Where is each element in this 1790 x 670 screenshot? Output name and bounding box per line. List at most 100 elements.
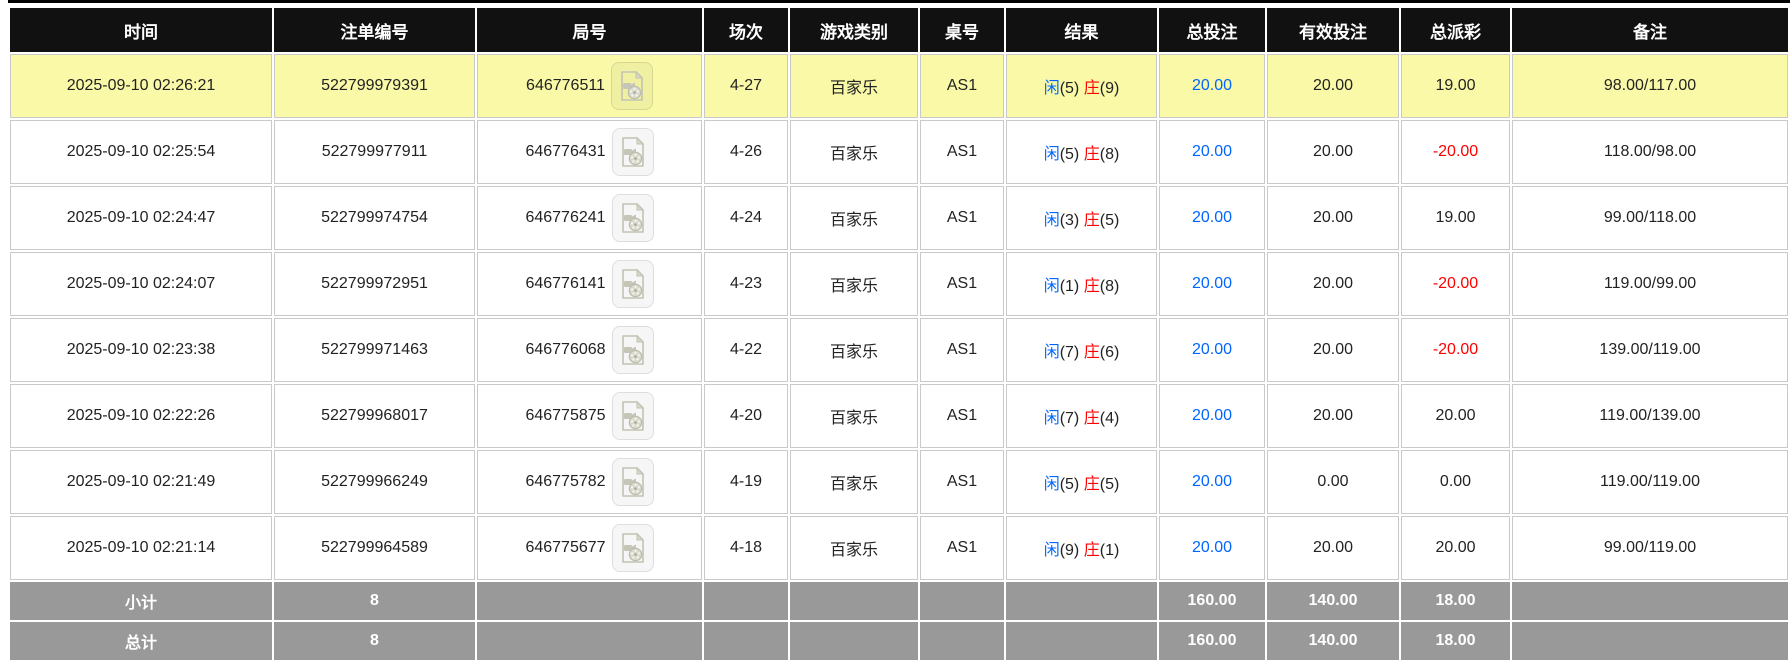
video-file-icon bbox=[620, 532, 646, 564]
cell-round-id: 646776141 bbox=[477, 252, 702, 316]
video-replay-button[interactable] bbox=[612, 260, 654, 308]
payout-value: 20.00 bbox=[1435, 539, 1475, 556]
summary-total-bet: 160.00 bbox=[1159, 582, 1265, 620]
cell-game: 百家乐 bbox=[790, 120, 918, 184]
cell-total-bet: 20.00 bbox=[1159, 186, 1265, 250]
video-file-icon bbox=[619, 70, 645, 102]
cell-round-id: 646775782 bbox=[477, 450, 702, 514]
total-bet-value: 20.00 bbox=[1192, 77, 1232, 94]
round-id-text: 646776431 bbox=[525, 143, 605, 161]
result-banker-score: (5) bbox=[1100, 476, 1120, 493]
summary-empty-game bbox=[790, 622, 918, 660]
cell-payout: 20.00 bbox=[1401, 516, 1510, 580]
cell-valid-bet: 20.00 bbox=[1267, 54, 1399, 118]
table-row: 2025-09-10 02:25:54522799977911646776431… bbox=[10, 120, 1788, 184]
total-bet-value: 20.00 bbox=[1192, 539, 1232, 556]
payout-value: -20.00 bbox=[1433, 143, 1478, 160]
video-file-icon bbox=[620, 136, 646, 168]
cell-table-no: AS1 bbox=[920, 318, 1004, 382]
total-bet-value: 20.00 bbox=[1192, 407, 1232, 424]
table-row: 2025-09-10 02:26:21522799979391646776511… bbox=[10, 54, 1788, 118]
cell-time: 2025-09-10 02:24:47 bbox=[10, 186, 272, 250]
result-player-score: (9) bbox=[1060, 542, 1080, 559]
cell-bet-id: 522799974754 bbox=[274, 186, 475, 250]
cell-session: 4-20 bbox=[704, 384, 788, 448]
cell-game: 百家乐 bbox=[790, 252, 918, 316]
summary-row: 小计8160.00140.0018.00 bbox=[10, 582, 1788, 620]
result-player-label: 闲 bbox=[1044, 344, 1060, 361]
result-banker-label: 庄 bbox=[1084, 410, 1100, 427]
cell-bet-id: 522799966249 bbox=[274, 450, 475, 514]
result-banker-score: (5) bbox=[1100, 212, 1120, 229]
result-player-score: (5) bbox=[1060, 476, 1080, 493]
cell-payout: 0.00 bbox=[1401, 450, 1510, 514]
column-header-round_id: 局号 bbox=[477, 8, 702, 52]
column-header-game: 游戏类别 bbox=[790, 8, 918, 52]
video-replay-button[interactable] bbox=[612, 326, 654, 374]
result-banker-label: 庄 bbox=[1084, 344, 1100, 361]
cell-round-id: 646776068 bbox=[477, 318, 702, 382]
cell-result: 闲(9) 庄(1) bbox=[1006, 516, 1157, 580]
result-player-label: 闲 bbox=[1044, 542, 1060, 559]
cell-remark: 99.00/119.00 bbox=[1512, 516, 1788, 580]
cell-game: 百家乐 bbox=[790, 318, 918, 382]
cell-bet-id: 522799968017 bbox=[274, 384, 475, 448]
cell-session: 4-19 bbox=[704, 450, 788, 514]
summary-empty-table bbox=[920, 622, 1004, 660]
cell-remark: 98.00/117.00 bbox=[1512, 54, 1788, 118]
cell-remark: 119.00/99.00 bbox=[1512, 252, 1788, 316]
result-banker-score: (9) bbox=[1100, 80, 1120, 97]
result-player-label: 闲 bbox=[1044, 80, 1060, 97]
cell-session: 4-26 bbox=[704, 120, 788, 184]
summary-count: 8 bbox=[274, 622, 475, 660]
summary-row: 总计8160.00140.0018.00 bbox=[10, 622, 1788, 660]
round-id-text: 646775782 bbox=[525, 473, 605, 491]
video-replay-button[interactable] bbox=[612, 524, 654, 572]
table-row: 2025-09-10 02:23:38522799971463646776068… bbox=[10, 318, 1788, 382]
round-id-with-video: 646776241 bbox=[525, 194, 653, 242]
cell-valid-bet: 20.00 bbox=[1267, 516, 1399, 580]
result-banker-score: (8) bbox=[1100, 146, 1120, 163]
cell-total-bet: 20.00 bbox=[1159, 120, 1265, 184]
cell-game: 百家乐 bbox=[790, 516, 918, 580]
cell-total-bet: 20.00 bbox=[1159, 516, 1265, 580]
column-header-bet_id: 注单编号 bbox=[274, 8, 475, 52]
summary-valid-bet: 140.00 bbox=[1267, 582, 1399, 620]
cell-valid-bet: 20.00 bbox=[1267, 120, 1399, 184]
video-file-icon bbox=[620, 268, 646, 300]
cell-remark: 118.00/98.00 bbox=[1512, 120, 1788, 184]
cell-session: 4-22 bbox=[704, 318, 788, 382]
cell-table-no: AS1 bbox=[920, 120, 1004, 184]
table-row: 2025-09-10 02:21:49522799966249646775782… bbox=[10, 450, 1788, 514]
column-header-payout: 总派彩 bbox=[1401, 8, 1510, 52]
video-file-icon bbox=[620, 334, 646, 366]
cell-bet-id: 522799964589 bbox=[274, 516, 475, 580]
payout-value: -20.00 bbox=[1433, 341, 1478, 358]
table-body: 2025-09-10 02:26:21522799979391646776511… bbox=[10, 54, 1788, 660]
table-header: 时间注单编号局号场次游戏类别桌号结果总投注有效投注总派彩备注 bbox=[10, 8, 1788, 52]
video-replay-button[interactable] bbox=[611, 62, 653, 110]
result-player-score: (7) bbox=[1060, 344, 1080, 361]
result-banker-score: (8) bbox=[1100, 278, 1120, 295]
video-replay-button[interactable] bbox=[612, 194, 654, 242]
cell-remark: 99.00/118.00 bbox=[1512, 186, 1788, 250]
cell-result: 闲(5) 庄(5) bbox=[1006, 450, 1157, 514]
cell-session: 4-24 bbox=[704, 186, 788, 250]
summary-empty-result bbox=[1006, 622, 1157, 660]
summary-empty-round bbox=[477, 622, 702, 660]
cell-table-no: AS1 bbox=[920, 516, 1004, 580]
summary-label: 小计 bbox=[10, 582, 272, 620]
cell-valid-bet: 20.00 bbox=[1267, 384, 1399, 448]
cell-game: 百家乐 bbox=[790, 450, 918, 514]
result-banker-score: (1) bbox=[1100, 542, 1120, 559]
video-replay-button[interactable] bbox=[612, 128, 654, 176]
bet-history-panel: 时间注单编号局号场次游戏类别桌号结果总投注有效投注总派彩备注 2025-09-1… bbox=[0, 0, 1790, 662]
payout-value: 19.00 bbox=[1435, 77, 1475, 94]
cell-payout: 19.00 bbox=[1401, 54, 1510, 118]
summary-count: 8 bbox=[274, 582, 475, 620]
cell-bet-id: 522799977911 bbox=[274, 120, 475, 184]
cell-valid-bet: 20.00 bbox=[1267, 318, 1399, 382]
video-replay-button[interactable] bbox=[612, 458, 654, 506]
payout-value: 0.00 bbox=[1440, 473, 1471, 490]
video-replay-button[interactable] bbox=[612, 392, 654, 440]
